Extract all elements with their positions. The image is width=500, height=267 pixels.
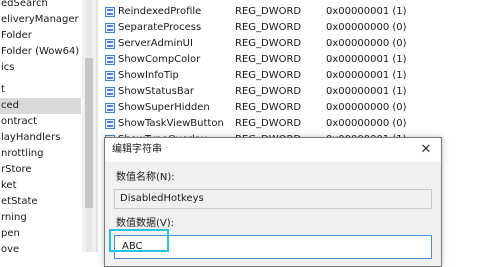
value-data: 0x00000001 (1): [326, 70, 407, 81]
value-row[interactable]: ReindexedProfile REG_DWORD 0x00000001 (1…: [98, 4, 500, 20]
tree-item-ove[interactable]: ove: [0, 242, 19, 252]
value-type: REG_DWORD: [235, 54, 302, 65]
value-data-label: 数值数据(V):: [116, 218, 175, 229]
tree-item-ket[interactable]: ket: [0, 178, 17, 194]
close-icon[interactable]: ✕: [411, 138, 441, 162]
value-name: ServerAdminUI: [118, 38, 193, 49]
tree-scrollbar[interactable]: [82, 0, 96, 252]
value-type: REG_DWORD: [235, 86, 302, 97]
tree-item-edsearch[interactable]: edSearch: [0, 0, 48, 12]
dialog-titlebar[interactable]: 编辑字符串 ✕: [105, 138, 441, 162]
value-name-field: DisabledHotkeys: [114, 189, 432, 209]
tree-item-contract[interactable]: ontract: [0, 114, 37, 130]
tree-item-pen[interactable]: pen: [0, 226, 20, 242]
reg-binary-icon: [105, 7, 115, 17]
value-data: 0x00000000 (0): [326, 38, 407, 49]
value-name-label: 数值名称(N):: [116, 172, 175, 183]
value-type: REG_DWORD: [235, 102, 302, 113]
value-type: REG_DWORD: [235, 22, 302, 33]
tree-item-throttling[interactable]: nrottling: [0, 146, 43, 162]
value-data-input[interactable]: ABC: [114, 235, 432, 259]
value-name: SeparateProcess: [118, 22, 202, 33]
edit-string-dialog: 编辑字符串 ✕ 数值名称(N): DisabledHotkeys 数值数据(V)…: [104, 137, 442, 267]
tree-item-layhandlers[interactable]: layHandlers: [0, 130, 60, 146]
value-data: 0x00000000 (0): [326, 102, 407, 113]
tree-item-rstore[interactable]: rStore: [0, 162, 32, 178]
value-row[interactable]: ShowSuperHidden REG_DWORD 0x00000000 (0): [98, 100, 500, 116]
value-type: REG_DWORD: [235, 38, 302, 49]
reg-binary-icon: [105, 55, 115, 65]
dialog-title: 编辑字符串: [112, 144, 162, 155]
reg-binary-icon: [105, 119, 115, 129]
reg-binary-icon: [105, 39, 115, 49]
value-row[interactable]: ShowInfoTip REG_DWORD 0x00000001 (1): [98, 68, 500, 84]
value-name: ShowCompColor: [118, 54, 201, 65]
reg-binary-icon: [105, 103, 115, 113]
value-type: REG_DWORD: [235, 118, 302, 129]
tree-item-advanced-selected[interactable]: ced: [0, 98, 81, 114]
value-row[interactable]: ServerAdminUI REG_DWORD 0x00000000 (0): [98, 36, 500, 52]
tree-item-folder-wow64[interactable]: Folder (Wow64): [0, 44, 79, 60]
value-data: 0x00000001 (1): [326, 86, 407, 97]
value-row[interactable]: ShowStatusBar REG_DWORD 0x00000001 (1): [98, 84, 500, 100]
reg-binary-icon: [105, 23, 115, 33]
value-row[interactable]: ShowCompColor REG_DWORD 0x00000001 (1): [98, 52, 500, 68]
value-row[interactable]: SeparateProcess REG_DWORD 0x00000000 (0): [98, 20, 500, 36]
tree-item-rning[interactable]: rning: [0, 210, 27, 226]
reg-binary-icon: [105, 87, 115, 97]
value-data: 0x00000001 (1): [326, 54, 407, 65]
tree-item-deliverymanager[interactable]: eliveryManager: [0, 12, 79, 28]
registry-key-tree: edSearch eliveryManager Folder Folder (W…: [0, 0, 82, 252]
value-type: REG_DWORD: [235, 6, 302, 17]
value-name: ShowTaskViewButton: [118, 118, 224, 129]
value-name: ShowStatusBar: [118, 86, 194, 97]
value-name: ShowSuperHidden: [118, 102, 210, 113]
value-type: REG_DWORD: [235, 70, 302, 81]
value-row[interactable]: ShowTaskViewButton REG_DWORD 0x00000000 …: [98, 116, 500, 132]
value-data: 0x00000000 (0): [326, 22, 407, 33]
value-data: 0x00000001 (1): [326, 6, 407, 17]
value-name: ReindexedProfile: [118, 6, 202, 17]
tree-item-t[interactable]: t: [0, 82, 5, 98]
tree-item-etstate[interactable]: etState: [0, 194, 38, 210]
scrollbar-thumb[interactable]: [85, 58, 93, 208]
tree-item-ics[interactable]: ics: [0, 60, 15, 76]
value-data: 0x00000000 (0): [326, 118, 407, 129]
value-name: ShowInfoTip: [118, 70, 179, 81]
tree-item-folder[interactable]: Folder: [0, 28, 32, 44]
reg-binary-icon: [105, 71, 115, 81]
